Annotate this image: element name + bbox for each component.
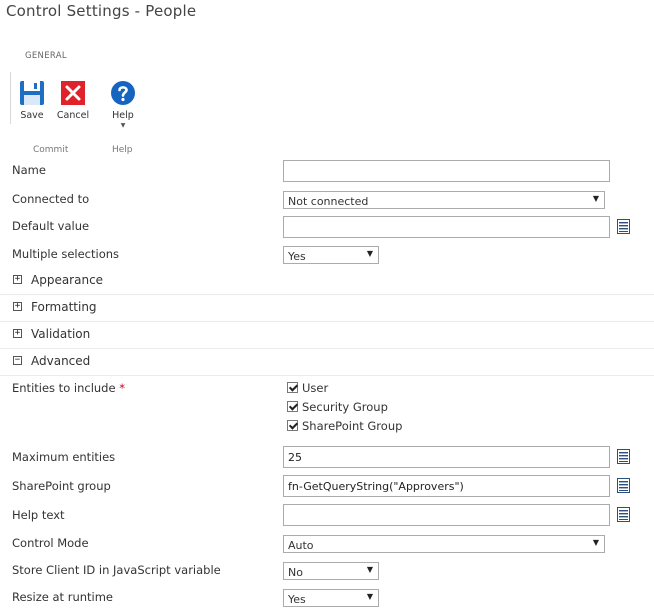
chevron-down-icon: ▼ bbox=[366, 249, 373, 258]
section-validation[interactable]: + Validation bbox=[0, 322, 654, 349]
multiple-selections-select[interactable]: Yes ▼ bbox=[283, 246, 379, 264]
entities-label: Entities to include * bbox=[12, 381, 125, 395]
store-client-id-label: Store Client ID in JavaScript variable bbox=[12, 563, 221, 577]
help-label: Help bbox=[112, 110, 134, 121]
cancel-button[interactable]: Cancel bbox=[55, 80, 91, 121]
expand-icon[interactable]: + bbox=[13, 275, 22, 284]
checkbox-checked[interactable] bbox=[287, 420, 298, 431]
name-input[interactable] bbox=[283, 160, 610, 182]
ribbon-tab-general[interactable]: GENERAL bbox=[25, 51, 67, 61]
control-mode-label: Control Mode bbox=[12, 536, 89, 550]
default-value-label: Default value bbox=[12, 219, 90, 233]
save-button[interactable]: Save bbox=[14, 80, 50, 121]
help-text-label: Help text bbox=[12, 508, 65, 522]
default-value-input[interactable] bbox=[283, 216, 610, 238]
entity-option-label: User bbox=[302, 381, 329, 395]
resize-at-runtime-value: Yes bbox=[288, 593, 306, 606]
entity-option-security-group[interactable]: Security Group bbox=[287, 400, 388, 414]
save-label: Save bbox=[20, 110, 44, 121]
section-advanced[interactable]: − Advanced bbox=[0, 349, 654, 376]
multiple-selections-label: Multiple selections bbox=[12, 247, 120, 261]
connected-to-value: Not connected bbox=[288, 195, 369, 208]
collapse-icon[interactable]: − bbox=[13, 356, 22, 365]
maximum-entities-label: Maximum entities bbox=[12, 450, 116, 464]
multiple-selections-value: Yes bbox=[288, 250, 306, 263]
sharepoint-group-input[interactable] bbox=[283, 475, 610, 497]
section-title: Formatting bbox=[31, 300, 97, 314]
entity-option-sharepoint-group[interactable]: SharePoint Group bbox=[287, 419, 402, 433]
chevron-down-icon: ▼ bbox=[592, 194, 599, 203]
section-appearance[interactable]: + Appearance bbox=[0, 268, 654, 295]
group-label-help: Help bbox=[112, 145, 133, 155]
chevron-down-icon: ▼ bbox=[592, 538, 599, 547]
sharepoint-group-label: SharePoint group bbox=[12, 479, 111, 493]
checkbox-checked[interactable] bbox=[287, 382, 298, 393]
lookup-icon[interactable] bbox=[617, 449, 630, 464]
connected-to-label: Connected to bbox=[12, 192, 90, 206]
maximum-entities-input[interactable] bbox=[283, 446, 610, 468]
lookup-icon[interactable] bbox=[617, 219, 630, 234]
cancel-icon bbox=[61, 81, 85, 105]
help-text-input[interactable] bbox=[283, 504, 610, 526]
save-icon bbox=[20, 81, 44, 105]
help-icon bbox=[111, 81, 135, 105]
chevron-down-icon: ▼ bbox=[366, 565, 373, 574]
connected-to-select[interactable]: Not connected ▼ bbox=[283, 191, 605, 209]
section-title: Validation bbox=[31, 327, 91, 341]
chevron-down-icon: ▼ bbox=[366, 592, 373, 601]
checkbox-checked[interactable] bbox=[287, 401, 298, 412]
entity-option-user[interactable]: User bbox=[287, 381, 328, 395]
section-formatting[interactable]: + Formatting bbox=[0, 295, 654, 322]
required-mark: * bbox=[119, 381, 125, 395]
chevron-down-icon: ▼ bbox=[120, 122, 126, 129]
section-title: Appearance bbox=[31, 273, 104, 287]
group-label-commit: Commit bbox=[33, 145, 69, 155]
cancel-label: Cancel bbox=[56, 110, 90, 121]
lookup-icon[interactable] bbox=[617, 478, 630, 493]
expand-icon[interactable]: + bbox=[13, 302, 22, 311]
store-client-id-value: No bbox=[288, 566, 303, 579]
store-client-id-select[interactable]: No ▼ bbox=[283, 562, 379, 580]
ribbon-separator bbox=[10, 72, 11, 124]
entities-label-text: Entities to include bbox=[12, 381, 116, 395]
entity-option-label: SharePoint Group bbox=[302, 419, 403, 433]
section-title: Advanced bbox=[31, 354, 91, 368]
name-label: Name bbox=[12, 163, 46, 177]
entity-option-label: Security Group bbox=[302, 400, 388, 414]
lookup-icon[interactable] bbox=[617, 507, 630, 522]
expand-icon[interactable]: + bbox=[13, 329, 22, 338]
resize-at-runtime-select[interactable]: Yes ▼ bbox=[283, 589, 379, 607]
dialog-title: Control Settings - People bbox=[6, 2, 197, 20]
help-button[interactable]: Help ▼ bbox=[105, 80, 141, 129]
control-mode-select[interactable]: Auto ▼ bbox=[283, 535, 605, 553]
resize-at-runtime-label: Resize at runtime bbox=[12, 590, 114, 604]
control-mode-value: Auto bbox=[288, 539, 314, 552]
